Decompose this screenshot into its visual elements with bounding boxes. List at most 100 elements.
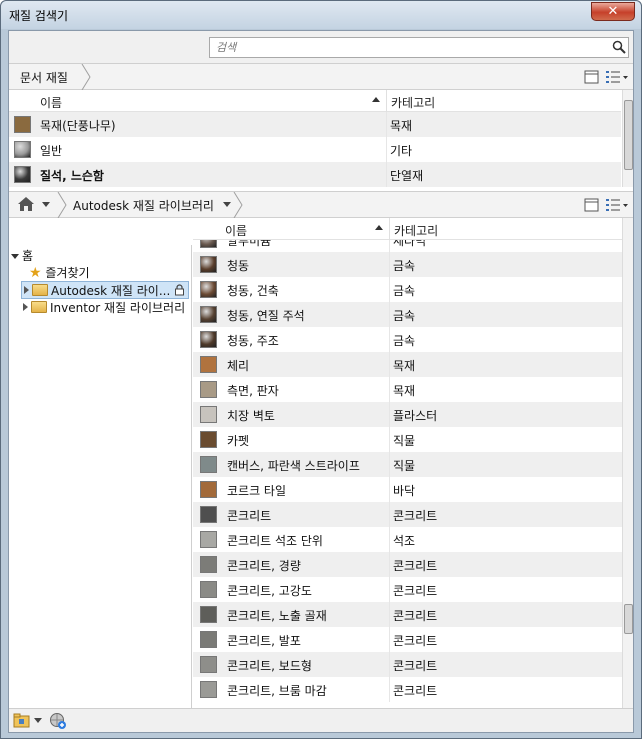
view-buttons xyxy=(583,68,629,86)
material-swatch-icon xyxy=(200,681,217,698)
library-folder-icon[interactable] xyxy=(13,713,33,729)
material-browser-window: 재질 검색기 ✕ 문서 재질 xyxy=(0,0,642,739)
tree-item-autodesk-library[interactable]: Autodesk 재질 라이... xyxy=(21,281,189,299)
document-scrollbar[interactable] xyxy=(622,90,633,187)
material-category: 콘크리트 xyxy=(393,584,438,598)
material-swatch-icon xyxy=(200,406,217,423)
material-category: 목재 xyxy=(393,384,416,398)
panel-toggle-icon[interactable] xyxy=(583,68,601,86)
table-row[interactable]: 콘크리트, 발포 콘크리트 xyxy=(193,627,622,652)
material-swatch-icon xyxy=(200,556,217,573)
home-icon[interactable] xyxy=(17,196,35,212)
material-name: 콘크리트, 브룸 마감 xyxy=(227,684,327,698)
search-icon[interactable] xyxy=(612,40,626,54)
tree-item-inventor-library[interactable]: Inventor 재질 라이브러리 xyxy=(23,299,185,317)
globe-plus-icon[interactable] xyxy=(49,712,67,730)
table-row[interactable]: 청동, 연질 주석 금속 xyxy=(193,302,622,327)
table-row[interactable]: 콘크리트 석조 단위 석조 xyxy=(193,527,622,552)
material-name: 콘크리트, 노출 골재 xyxy=(227,609,327,623)
library-breadcrumb-bar: Autodesk 재질 라이브러리 xyxy=(9,191,633,218)
table-row[interactable]: 치장 벽토 플라스터 xyxy=(193,402,622,427)
material-swatch-icon xyxy=(200,256,217,273)
material-category: 바닥 xyxy=(393,484,416,498)
material-name: 청동, 주조 xyxy=(227,334,279,348)
table-row[interactable]: 목재(단풍나무) 목재 xyxy=(9,112,621,137)
material-name: 체리 xyxy=(227,359,250,373)
table-row[interactable]: 콘크리트 콘크리트 xyxy=(193,502,622,527)
sort-ascending-icon[interactable] xyxy=(372,97,380,102)
autodesk-library-crumb[interactable]: Autodesk 재질 라이브러리 xyxy=(73,197,214,214)
material-swatch-icon xyxy=(200,306,217,323)
close-button[interactable]: ✕ xyxy=(591,2,635,21)
material-swatch-icon xyxy=(200,531,217,548)
material-category: 플라스터 xyxy=(393,409,438,423)
material-category: 목재 xyxy=(390,119,413,133)
table-row[interactable]: 청동, 주조 금속 xyxy=(193,327,622,352)
table-row[interactable]: 콘크리트, 보드형 콘크리트 xyxy=(193,652,622,677)
table-row[interactable]: 알루미늄 세라믹 xyxy=(193,240,622,252)
material-name: 콘크리트, 발포 xyxy=(227,634,301,648)
material-swatch-icon xyxy=(200,431,217,448)
material-swatch-icon xyxy=(14,166,31,183)
tree-item-home[interactable]: 홈 xyxy=(11,247,33,265)
bottom-toolbar xyxy=(9,708,633,732)
table-row[interactable]: 코르크 타일 바닥 xyxy=(193,477,622,502)
material-name: 청동 xyxy=(227,259,250,273)
library-scrollbar[interactable] xyxy=(622,218,633,708)
sort-ascending-icon[interactable] xyxy=(375,225,383,230)
name-column-header[interactable]: 이름 xyxy=(40,94,62,111)
tree-item-favorites[interactable]: ★ 즐겨찾기 xyxy=(29,264,90,282)
material-category: 금속 xyxy=(393,309,416,323)
name-column-header[interactable]: 이름 xyxy=(225,222,247,239)
material-category: 목재 xyxy=(393,359,416,373)
material-name: 치장 벽토 xyxy=(227,409,275,423)
material-category: 금속 xyxy=(393,259,416,273)
table-row[interactable]: 체리 목재 xyxy=(193,352,622,377)
chevron-down-icon[interactable] xyxy=(41,201,51,209)
table-row[interactable]: 질석, 느슨함 단열재 xyxy=(9,162,621,187)
material-name: 알루미늄 xyxy=(227,240,272,248)
document-list-header: 이름 카테고리 xyxy=(9,90,621,112)
category-column-header[interactable]: 카테고리 xyxy=(394,222,438,239)
client-area: 문서 재질 이름 카테고리 목재(단풍나 xyxy=(8,30,634,733)
category-column-header[interactable]: 카테고리 xyxy=(391,94,435,111)
material-category: 콘크리트 xyxy=(393,634,438,648)
chevron-down-icon[interactable] xyxy=(222,201,232,209)
search-input[interactable] xyxy=(209,37,629,58)
window-title: 재질 검색기 xyxy=(9,9,69,23)
material-category: 단열재 xyxy=(390,169,424,183)
material-swatch-icon xyxy=(200,281,217,298)
library-list-header: 이름 카테고리 xyxy=(193,218,622,240)
table-row[interactable]: 캔버스, 파란색 스트라이프 직물 xyxy=(193,452,622,477)
collapse-icon[interactable] xyxy=(11,254,19,259)
table-row[interactable]: 청동 금속 xyxy=(193,252,622,277)
table-row[interactable]: 카펫 직물 xyxy=(193,427,622,452)
expand-icon[interactable] xyxy=(24,286,29,294)
table-row[interactable]: 청동, 건축 금속 xyxy=(193,277,622,302)
material-category: 콘크리트 xyxy=(393,684,438,698)
title-bar[interactable]: 재질 검색기 ✕ xyxy=(1,1,641,29)
folder-icon xyxy=(32,284,48,296)
table-row[interactable]: 콘크리트, 경량 콘크리트 xyxy=(193,552,622,577)
panel-toggle-icon[interactable] xyxy=(583,196,601,214)
document-materials-crumb[interactable]: 문서 재질 xyxy=(20,69,68,86)
star-icon: ★ xyxy=(29,265,42,281)
chevron-down-icon[interactable] xyxy=(34,718,42,724)
material-name: 콘크리트, 경량 xyxy=(227,559,301,573)
breadcrumb-chevron-icon xyxy=(57,192,67,218)
expand-icon[interactable] xyxy=(23,303,28,311)
table-row[interactable]: 일반 기타 xyxy=(9,137,621,162)
list-view-icon[interactable] xyxy=(605,68,629,86)
material-name: 콘크리트, 고강도 xyxy=(227,584,312,598)
material-name: 콘크리트, 보드형 xyxy=(227,659,312,673)
table-row[interactable]: 콘크리트, 브룸 마감 콘크리트 xyxy=(193,677,622,702)
list-view-icon[interactable] xyxy=(605,196,629,214)
document-scroll-thumb[interactable] xyxy=(624,100,633,170)
material-name: 측면, 판자 xyxy=(227,384,279,398)
material-name: 카펫 xyxy=(227,434,250,448)
search-bar xyxy=(9,31,633,64)
table-row[interactable]: 콘크리트, 노출 골재 콘크리트 xyxy=(193,602,622,627)
table-row[interactable]: 측면, 판자 목재 xyxy=(193,377,622,402)
library-scroll-thumb[interactable] xyxy=(624,604,633,634)
table-row[interactable]: 콘크리트, 고강도 콘크리트 xyxy=(193,577,622,602)
